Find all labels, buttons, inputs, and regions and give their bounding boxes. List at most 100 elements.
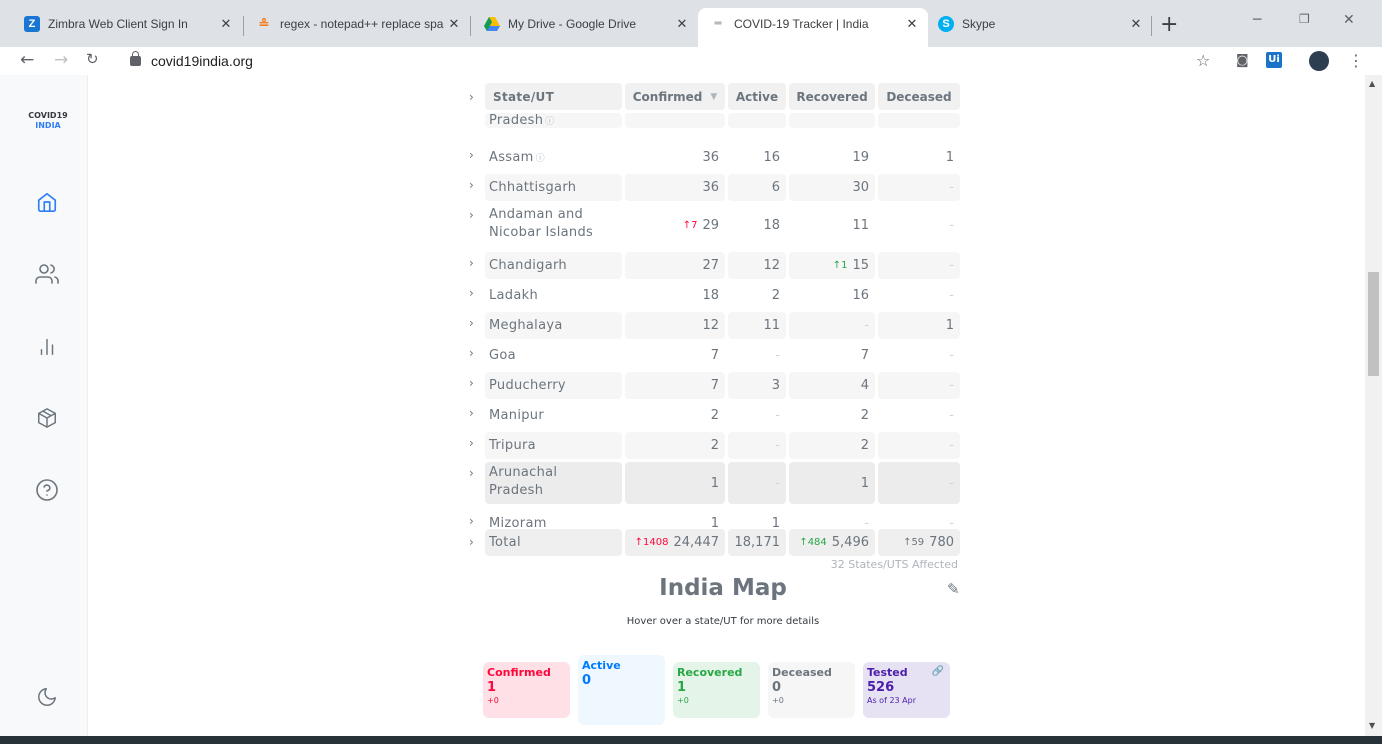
tab-zimbra[interactable]: Z Zimbra Web Client Sign In ✕ <box>12 8 242 39</box>
chevron-right-icon: › <box>469 346 474 360</box>
forward-button[interactable]: → <box>54 50 68 70</box>
chevron-right-icon: › <box>469 436 474 450</box>
back-button[interactable]: ← <box>20 50 34 70</box>
confirmed-cell: 36 <box>625 174 725 201</box>
scroll-up-arrow[interactable]: ▲ <box>1369 79 1375 88</box>
state-name: Pradesh ⓘ <box>485 113 622 128</box>
info-icon: ⓘ <box>535 154 545 164</box>
confirmed-cell: 36 <box>702 150 719 165</box>
recovered-cell: 16 <box>852 288 869 303</box>
card-delta: +0 <box>487 696 499 705</box>
state-name: Tripura <box>485 432 622 459</box>
close-icon[interactable]: ✕ <box>218 16 234 32</box>
card-value: 1 <box>677 680 687 695</box>
profile-avatar[interactable] <box>1309 51 1329 71</box>
recovered-cell: 2 <box>860 408 869 423</box>
scrollbar-thumb[interactable] <box>1368 272 1379 376</box>
active-cell: 2 <box>771 288 780 303</box>
address-bar[interactable]: covid19india.org <box>116 47 1226 75</box>
tab-google-drive[interactable]: My Drive - Google Drive ✕ <box>472 8 698 39</box>
total-label: Total <box>485 529 622 556</box>
header-active[interactable]: Active <box>728 83 786 110</box>
bookmark-star-icon[interactable]: ☆ <box>1196 51 1210 70</box>
scroll-down-arrow[interactable]: ▼ <box>1369 721 1375 730</box>
active-cell: 16 <box>763 150 780 165</box>
stat-card-recovered[interactable]: Recovered 1 +0 <box>673 662 760 718</box>
new-tab-button[interactable]: + <box>1160 12 1178 37</box>
stat-card-deceased[interactable]: Deceased 0 +0 <box>768 662 855 718</box>
card-delta: As of 23 Apr <box>867 696 916 705</box>
deceased-cell: - <box>878 372 960 399</box>
skype-icon: S <box>938 15 954 32</box>
page-scrollbar[interactable]: ▲ ▼ <box>1365 75 1382 744</box>
brand-logo[interactable]: COVID19 INDIA <box>0 111 96 131</box>
recovered-cell: 11 <box>852 217 869 233</box>
total-recovered: ↑484 5,496 <box>789 529 875 556</box>
recovered-cell: 30 <box>789 174 875 201</box>
card-label: Active <box>582 659 621 672</box>
confirmed-cell: 12 <box>625 312 725 339</box>
tab-skype[interactable]: S Skype ✕ <box>926 8 1152 39</box>
deceased-cell: - <box>878 174 960 201</box>
active-cell: - <box>775 348 780 363</box>
state-name: Assam ⓘ <box>489 149 545 165</box>
tab-regex[interactable]: ≗ regex - notepad++ replace spa ✕ <box>244 8 470 39</box>
chevron-right-icon: › <box>469 316 474 330</box>
deceased-cell: 1 <box>945 150 954 165</box>
total-deceased: ↑59 780 <box>878 529 960 556</box>
lock-icon <box>130 51 141 66</box>
confirmed-cell: ↑7 29 <box>682 217 719 233</box>
card-value: 0 <box>582 673 592 688</box>
camera-icon[interactable]: ◙ <box>1236 53 1249 68</box>
home-icon[interactable] <box>34 189 60 215</box>
map-title: India Map <box>659 575 787 601</box>
close-icon[interactable]: ✕ <box>1128 16 1144 32</box>
stat-card-active[interactable]: Active 0 <box>578 655 665 725</box>
card-value: 0 <box>772 680 782 695</box>
bar-chart-icon[interactable] <box>34 334 60 360</box>
chevron-right-icon: › <box>469 406 474 420</box>
stat-card-confirmed[interactable]: Confirmed 1 +0 <box>483 662 570 718</box>
header-confirmed[interactable]: Confirmed ▼ <box>625 83 725 110</box>
active-cell <box>728 113 786 128</box>
close-window-button[interactable]: ✕ <box>1343 12 1355 28</box>
restore-button[interactable]: ❐ <box>1299 12 1310 26</box>
deceased-cell: - <box>878 252 960 279</box>
uipath-extension-icon[interactable]: Ui <box>1266 52 1282 68</box>
state-name: Goa <box>489 347 516 363</box>
close-icon[interactable]: ✕ <box>674 16 690 32</box>
recovered-cell: 2 <box>789 432 875 459</box>
state-name: Andaman and Nicobar Islands <box>489 207 594 240</box>
header-state[interactable]: State/UT <box>485 83 622 110</box>
tab-separator <box>470 16 471 36</box>
page-content: COVID19 INDIA Pradesh ⓘ › State/UT Confi… <box>0 75 1382 744</box>
close-icon[interactable]: ✕ <box>904 16 920 32</box>
close-icon[interactable]: ✕ <box>446 16 462 32</box>
header-deceased[interactable]: Deceased <box>878 83 960 110</box>
stat-card-tested[interactable]: Tested 526 As of 23 Apr 🔗 <box>863 662 950 718</box>
link-icon[interactable]: 🔗 <box>932 666 944 677</box>
recovered-cell: 1 <box>789 462 875 504</box>
deceased-cell: 1 <box>878 312 960 339</box>
chevron-right-icon: › <box>469 376 474 390</box>
active-cell: - <box>728 432 786 459</box>
map-reset-icon[interactable]: ✎ <box>947 580 960 598</box>
users-icon[interactable] <box>34 261 60 287</box>
header-recovered[interactable]: Recovered <box>789 83 875 110</box>
moon-icon[interactable] <box>34 684 60 710</box>
info-icon: ⓘ <box>545 117 555 127</box>
tab-covid19-tracker[interactable]: ═ COVID-19 Tracker | India ✕ <box>698 8 928 47</box>
state-name: Chandigarh <box>485 252 622 279</box>
state-name: Ladakh <box>489 287 538 303</box>
chevron-right-icon: › <box>469 178 474 192</box>
recovered-cell: ↑1 15 <box>789 252 875 279</box>
package-icon[interactable] <box>34 405 60 431</box>
menu-icon[interactable]: ⋮ <box>1348 51 1364 70</box>
confirmed-cell: 2 <box>710 408 719 423</box>
confirmed-cell: 27 <box>625 252 725 279</box>
reload-button[interactable]: ↻ <box>86 50 99 68</box>
help-circle-icon[interactable] <box>34 477 60 503</box>
chevron-right-icon: › <box>469 514 474 528</box>
minimize-button[interactable]: ─ <box>1253 12 1261 28</box>
google-drive-icon <box>484 16 500 32</box>
